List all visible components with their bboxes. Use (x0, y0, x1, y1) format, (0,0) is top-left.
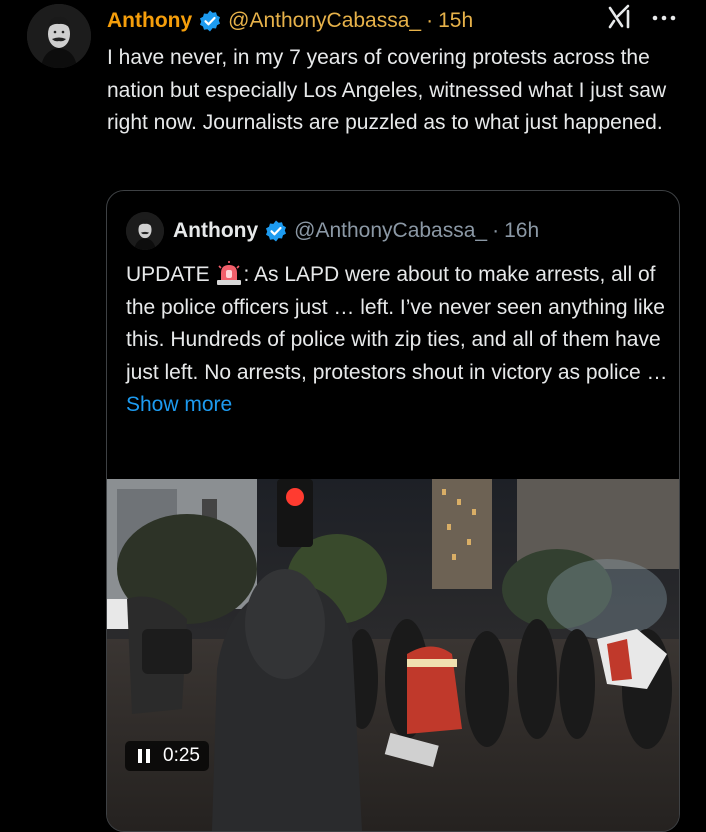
author-avatar[interactable] (27, 4, 91, 68)
more-options-icon[interactable] (651, 8, 677, 28)
video-duration: 0:25 (163, 745, 200, 766)
quoted-tweet-header: Anthony @AnthonyCabassa_ · 16h (126, 212, 679, 250)
separator-dot: · (492, 219, 500, 242)
verified-badge-icon (198, 9, 222, 33)
video-duration-badge[interactable]: 0:25 (125, 741, 209, 771)
quoted-author-name: Anthony (173, 219, 259, 242)
quoted-timestamp: 16h (504, 219, 540, 242)
quoted-tweet-text: UPDATE : As LAPD were about to make arre… (126, 259, 671, 422)
verified-badge-icon (264, 219, 288, 243)
siren-emoji-icon (216, 261, 242, 285)
author-name[interactable]: Anthony (107, 9, 192, 33)
tweet-timestamp[interactable]: 15h (438, 9, 473, 33)
tweet-text: I have never, in my 7 years of covering … (107, 46, 667, 134)
quoted-author-handle: @AnthonyCabassa_ (294, 219, 488, 242)
quoted-author-avatar (126, 212, 164, 250)
pause-icon[interactable] (137, 748, 151, 764)
video-frame (107, 479, 679, 831)
quoted-tweet[interactable]: Anthony @AnthonyCabassa_ · 16h UPDATE : … (106, 190, 680, 832)
grok-icon[interactable] (606, 3, 634, 31)
author-handle[interactable]: @AnthonyCabassa_ (228, 9, 421, 33)
show-more-link[interactable]: Show more (126, 389, 671, 422)
quoted-text-start: UPDATE (126, 263, 216, 286)
video-player[interactable]: 0:25 (107, 479, 679, 831)
separator-dot: · (426, 9, 434, 32)
